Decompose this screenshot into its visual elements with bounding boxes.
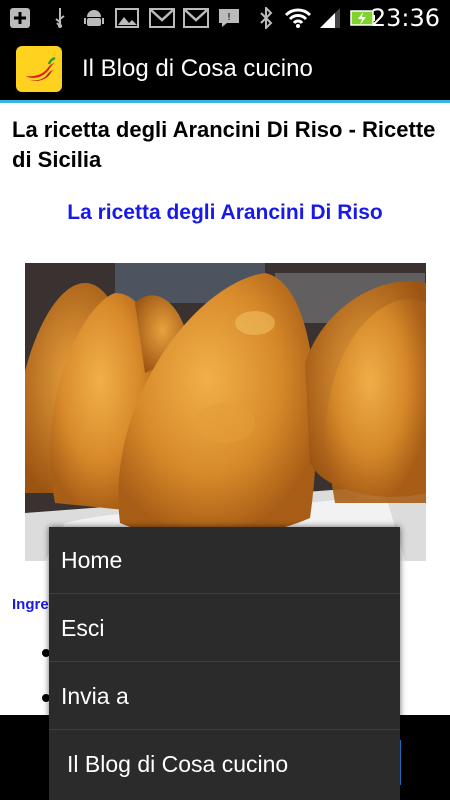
- menu-item-blog[interactable]: Il Blog di Cosa cucino: [49, 731, 400, 798]
- gmail-icon: [182, 7, 210, 29]
- app-title: Il Blog di Cosa cucino: [82, 55, 313, 82]
- page-title: La ricetta degli Arancini Di Riso - Rice…: [12, 117, 436, 172]
- recipe-heading-link[interactable]: La ricetta degli Arancini Di Riso: [0, 201, 450, 225]
- usb-plus-icon: [8, 7, 32, 29]
- chat-icon: !: [216, 7, 242, 29]
- bluetooth-icon: [256, 7, 276, 29]
- menu-item-label: Il Blog di Cosa cucino: [67, 751, 289, 777]
- chili-pepper-icon[interactable]: [16, 46, 62, 92]
- svg-text:!: !: [227, 12, 231, 23]
- signal-icon: [318, 7, 342, 29]
- wifi-icon: [284, 7, 312, 29]
- android-debug-icon: [82, 7, 106, 29]
- overflow-menu: Home Esci Invia a Il Blog di Cosa cucino: [49, 527, 400, 800]
- status-bar: ! 23:36: [0, 0, 450, 38]
- menu-item-label: Esci: [61, 614, 105, 641]
- image-icon: [114, 7, 140, 29]
- usb-icon: [50, 7, 70, 29]
- gmail-icon: [148, 7, 176, 29]
- menu-item-label: Home: [61, 546, 123, 573]
- clock: 23:36: [370, 4, 440, 32]
- arancini-photo: [25, 263, 426, 561]
- menu-item-label: Invia a: [61, 682, 129, 709]
- menu-item-home[interactable]: Home: [49, 527, 400, 594]
- menu-item-invia-a[interactable]: Invia a: [49, 663, 400, 730]
- screen: ! 23:36 Il Blog di Cosa cucino La ricett…: [0, 0, 450, 800]
- action-bar: Il Blog di Cosa cucino: [0, 38, 450, 103]
- menu-item-esci[interactable]: Esci: [49, 595, 400, 662]
- ingredients-label: Ingre: [12, 596, 49, 613]
